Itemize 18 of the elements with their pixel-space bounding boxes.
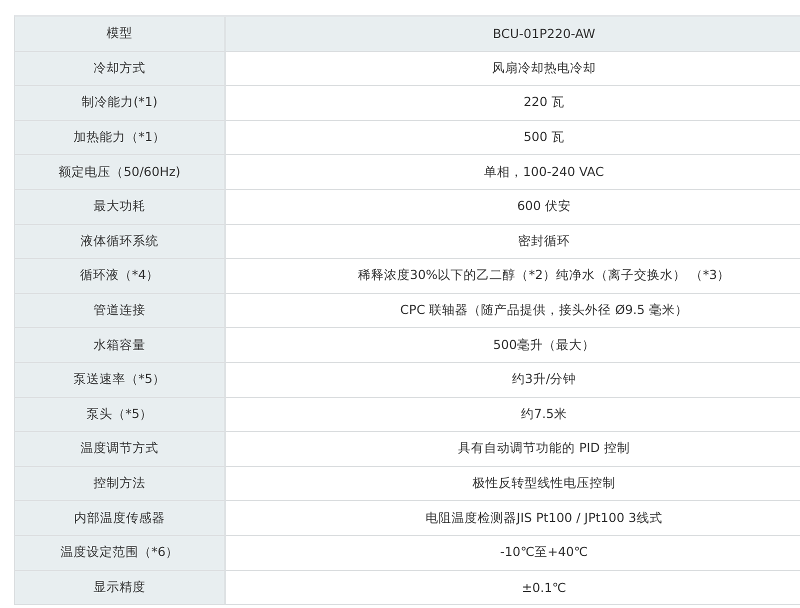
label-cell: 显示精度	[15, 570, 226, 604]
label-cell: 冷却方式	[15, 52, 226, 86]
label-cell: 水箱容量	[15, 328, 226, 362]
label-cell: 循环液（*4）	[15, 259, 226, 293]
label-cell: 制冷能力(*1)	[15, 86, 226, 120]
label-cell: 内部温度传感器	[15, 501, 226, 535]
label-cell: 加热能力（*1）	[15, 120, 226, 154]
value-cell: BCU-01P220-AW	[226, 17, 800, 51]
label-cell: 最大功耗	[15, 190, 226, 224]
label-cell: 温度设定范围（*6）	[15, 536, 226, 570]
label-cell: 泵送速率（*5）	[15, 362, 226, 397]
label-cell: 温度调节方式	[15, 432, 226, 466]
label-cell: 泵头（*5）	[15, 398, 226, 432]
label-cell: 管道连接	[15, 294, 226, 328]
label-cell: 液体循环系统	[15, 224, 226, 258]
label-cell: 控制方法	[15, 466, 226, 500]
label-cell: 模型	[15, 17, 226, 51]
label-cell: 额定电压（50/60Hz)	[15, 155, 226, 189]
